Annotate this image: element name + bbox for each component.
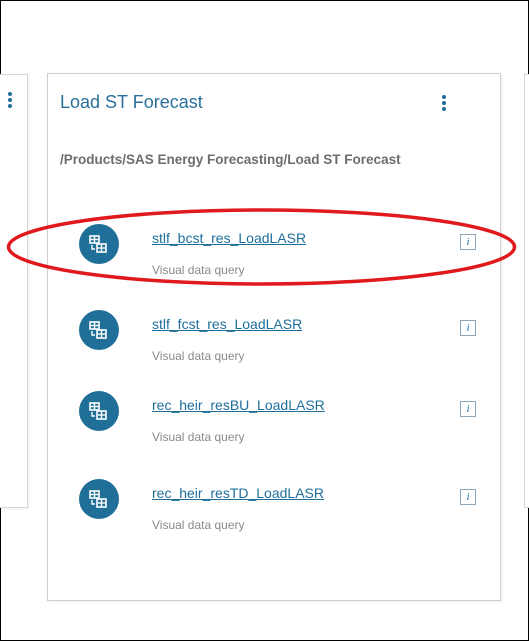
adjacent-card-right — [524, 74, 529, 508]
list-item: rec_heir_resBU_LoadLASR Visual data quer… — [48, 391, 500, 451]
data-query-icon — [79, 479, 119, 519]
card-menu-icon[interactable] — [442, 95, 448, 113]
load-st-forecast-card: Load ST Forecast /Products/SAS Energy Fo… — [47, 73, 501, 601]
data-query-icon — [79, 224, 119, 264]
item-link[interactable]: rec_heir_resTD_LoadLASR — [152, 485, 324, 501]
item-type-label: Visual data query — [152, 430, 245, 444]
item-link[interactable]: rec_heir_resBU_LoadLASR — [152, 397, 325, 413]
item-type-label: Visual data query — [152, 263, 245, 277]
card-title: Load ST Forecast — [60, 92, 203, 112]
list-item: stlf_bcst_res_LoadLASR Visual data query… — [48, 224, 500, 284]
left-card-menu-icon[interactable] — [8, 92, 14, 110]
info-icon[interactable]: i — [460, 320, 476, 336]
adjacent-card-left — [0, 74, 28, 508]
data-query-icon — [79, 310, 119, 350]
item-type-label: Visual data query — [152, 518, 245, 532]
list-item: stlf_fcst_res_LoadLASR Visual data query… — [48, 310, 500, 370]
screenshot-frame: Load ST Forecast /Products/SAS Energy Fo… — [0, 0, 529, 641]
item-link[interactable]: stlf_fcst_res_LoadLASR — [152, 316, 302, 332]
list-item: rec_heir_resTD_LoadLASR Visual data quer… — [48, 479, 500, 539]
data-query-icon — [79, 391, 119, 431]
info-icon[interactable]: i — [460, 401, 476, 417]
item-link[interactable]: stlf_bcst_res_LoadLASR — [152, 230, 306, 246]
info-icon[interactable]: i — [460, 489, 476, 505]
info-icon[interactable]: i — [460, 234, 476, 250]
item-type-label: Visual data query — [152, 349, 245, 363]
card-folder-path: /Products/SAS Energy Forecasting/Load ST… — [60, 152, 401, 167]
